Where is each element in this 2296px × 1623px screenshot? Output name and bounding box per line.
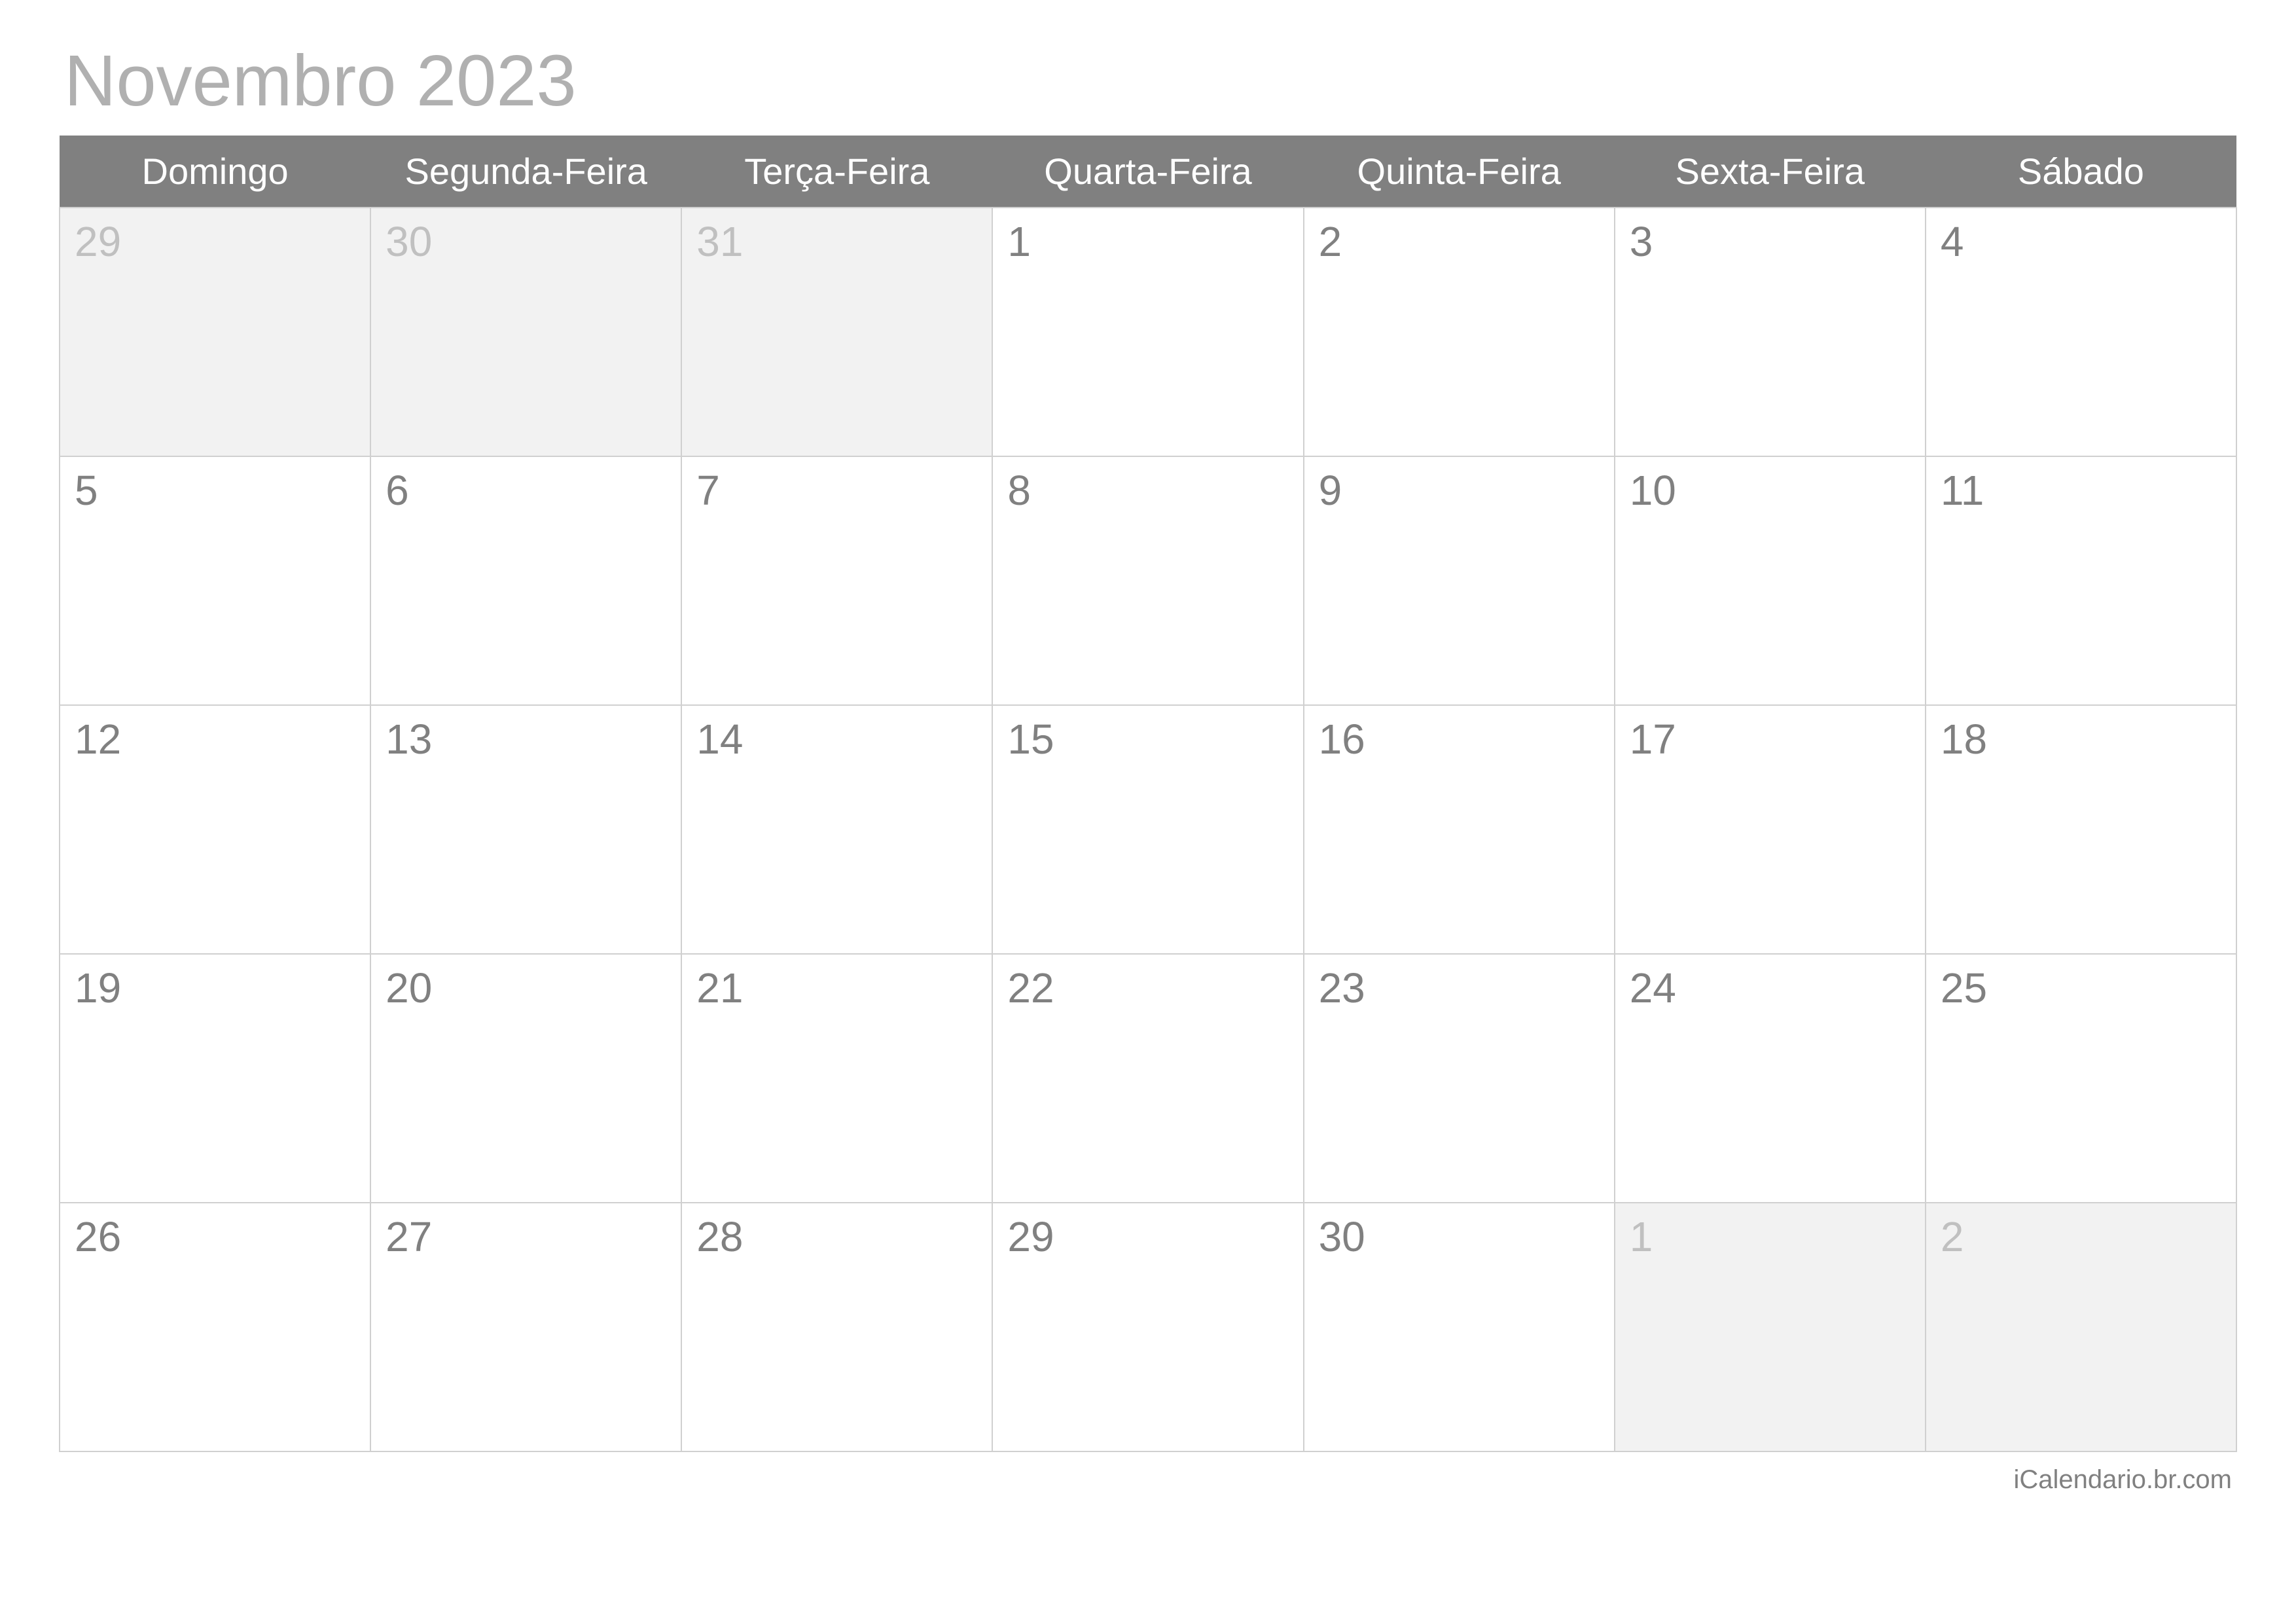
calendar-day-cell: 30 bbox=[1304, 1203, 1615, 1451]
calendar-day-cell: 26 bbox=[60, 1203, 370, 1451]
calendar-week-row: 12 13 14 15 16 17 18 bbox=[60, 705, 2236, 954]
calendar-day-cell: 13 bbox=[370, 705, 681, 954]
calendar-day-cell: 2 bbox=[1926, 1203, 2236, 1451]
calendar-day-cell: 5 bbox=[60, 456, 370, 705]
calendar-day-cell: 30 bbox=[370, 208, 681, 456]
calendar-body: 29 30 31 1 2 3 4 5 6 7 8 9 10 11 12 13 1… bbox=[60, 208, 2236, 1451]
weekday-header: Domingo bbox=[60, 136, 370, 208]
calendar-day-cell: 12 bbox=[60, 705, 370, 954]
calendar-day-cell: 9 bbox=[1304, 456, 1615, 705]
calendar-day-cell: 15 bbox=[992, 705, 1303, 954]
calendar-day-cell: 27 bbox=[370, 1203, 681, 1451]
calendar-day-cell: 23 bbox=[1304, 954, 1615, 1203]
weekday-header: Quinta-Feira bbox=[1304, 136, 1615, 208]
calendar-day-cell: 16 bbox=[1304, 705, 1615, 954]
calendar-day-cell: 8 bbox=[992, 456, 1303, 705]
calendar-day-cell: 20 bbox=[370, 954, 681, 1203]
calendar-day-cell: 22 bbox=[992, 954, 1303, 1203]
weekday-header: Sexta-Feira bbox=[1615, 136, 1926, 208]
weekday-header: Sábado bbox=[1926, 136, 2236, 208]
calendar-day-cell: 4 bbox=[1926, 208, 2236, 456]
calendar-day-cell: 28 bbox=[681, 1203, 992, 1451]
calendar-week-row: 5 6 7 8 9 10 11 bbox=[60, 456, 2236, 705]
calendar-week-row: 19 20 21 22 23 24 25 bbox=[60, 954, 2236, 1203]
weekday-header: Segunda-Feira bbox=[370, 136, 681, 208]
calendar-day-cell: 1 bbox=[1615, 1203, 1926, 1451]
calendar-day-cell: 29 bbox=[992, 1203, 1303, 1451]
calendar-day-cell: 14 bbox=[681, 705, 992, 954]
calendar-day-cell: 3 bbox=[1615, 208, 1926, 456]
calendar-day-cell: 2 bbox=[1304, 208, 1615, 456]
weekday-header: Terça-Feira bbox=[681, 136, 992, 208]
calendar-day-cell: 18 bbox=[1926, 705, 2236, 954]
calendar-day-cell: 19 bbox=[60, 954, 370, 1203]
calendar-day-cell: 29 bbox=[60, 208, 370, 456]
calendar-day-cell: 1 bbox=[992, 208, 1303, 456]
calendar-title: Novembro 2023 bbox=[59, 39, 2237, 122]
calendar-week-row: 29 30 31 1 2 3 4 bbox=[60, 208, 2236, 456]
calendar-day-cell: 17 bbox=[1615, 705, 1926, 954]
calendar-day-cell: 21 bbox=[681, 954, 992, 1203]
weekday-header: Quarta-Feira bbox=[992, 136, 1303, 208]
calendar-grid: Domingo Segunda-Feira Terça-Feira Quarta… bbox=[59, 136, 2237, 1452]
calendar-day-cell: 25 bbox=[1926, 954, 2236, 1203]
calendar-day-cell: 7 bbox=[681, 456, 992, 705]
calendar-day-cell: 10 bbox=[1615, 456, 1926, 705]
calendar-day-cell: 6 bbox=[370, 456, 681, 705]
weekday-header-row: Domingo Segunda-Feira Terça-Feira Quarta… bbox=[60, 136, 2236, 208]
footer-credit: iCalendario.br.com bbox=[59, 1465, 2237, 1495]
calendar-week-row: 26 27 28 29 30 1 2 bbox=[60, 1203, 2236, 1451]
calendar-day-cell: 24 bbox=[1615, 954, 1926, 1203]
calendar-day-cell: 31 bbox=[681, 208, 992, 456]
calendar-day-cell: 11 bbox=[1926, 456, 2236, 705]
